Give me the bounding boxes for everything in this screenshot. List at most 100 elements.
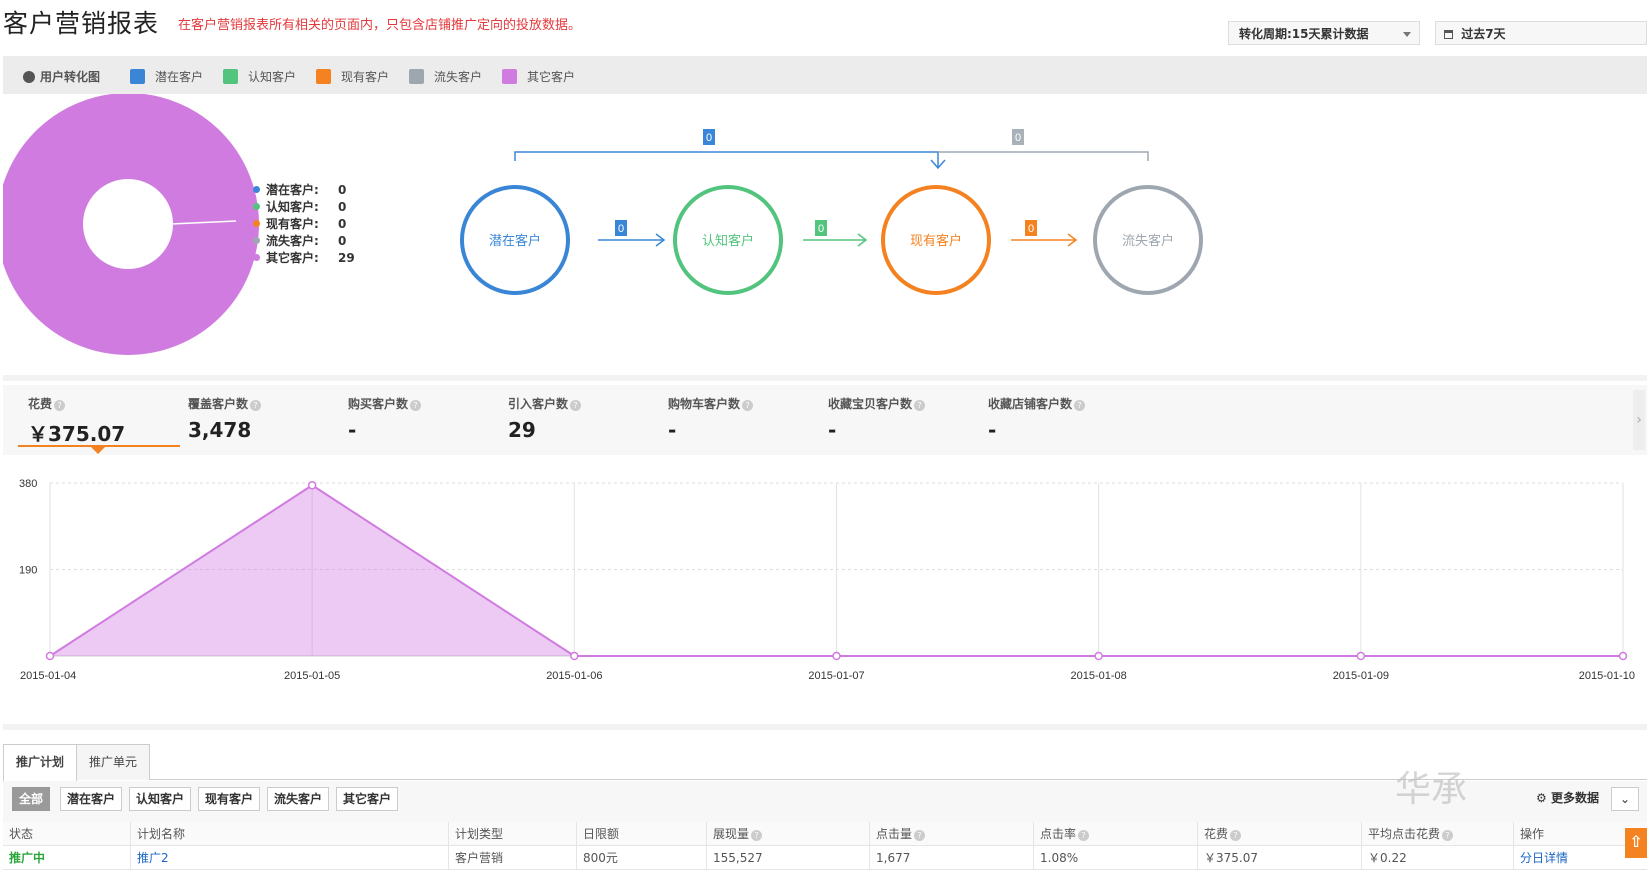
tab-campaign[interactable]: 推广计划	[3, 744, 78, 781]
help-icon[interactable]: ?	[54, 400, 66, 411]
legend-item-potential[interactable]: 潜在客户	[130, 68, 203, 85]
x-tick-label: 2015-01-09	[1333, 670, 1389, 682]
metric-fav-item[interactable]: 收藏宝贝客户数? -	[828, 395, 926, 442]
cell-campaign-name[interactable]: 推广2	[130, 846, 448, 870]
metric-value: 3,478	[188, 418, 252, 442]
metric-label: 覆盖客户数?	[188, 395, 262, 412]
date-range-select[interactable]: 过去7天	[1435, 21, 1647, 45]
filter-other[interactable]: 其它客户	[336, 787, 399, 811]
filter-lost[interactable]: 流失客户	[267, 787, 330, 811]
legend-item-lost[interactable]: 流失客户	[409, 68, 482, 85]
legend-dot	[253, 254, 260, 261]
legend-title-text: 用户转化图	[40, 70, 101, 84]
col-header-clicks-text: 点击量	[876, 827, 913, 841]
filter-potential[interactable]: 潜在客户	[60, 787, 123, 811]
col-header-ctr[interactable]: 点击率?	[1033, 822, 1197, 846]
col-header-impressions[interactable]: 展现量?	[706, 822, 869, 846]
tab-adgroup[interactable]: 推广单元	[76, 744, 151, 780]
metric-label-text: 覆盖客户数	[188, 397, 249, 411]
badge-top-blue: 0	[703, 129, 715, 145]
badge-text: 0	[1015, 132, 1021, 144]
legend-swatch	[130, 69, 145, 84]
help-icon[interactable]: ?	[1442, 830, 1454, 841]
top-connector-blue	[514, 151, 939, 168]
help-icon[interactable]: ?	[570, 400, 582, 411]
legend-dot	[253, 220, 260, 227]
col-header-impressions-text: 展现量	[713, 827, 750, 841]
col-header-name[interactable]: 计划名称	[130, 822, 448, 846]
more-data-toggle[interactable]: ⌄	[1611, 787, 1639, 811]
metrics-next-button[interactable]: ›	[1633, 390, 1645, 450]
metric-buyers[interactable]: 购买客户数? -	[348, 395, 422, 442]
metric-value: -	[988, 418, 997, 442]
help-icon[interactable]: ?	[1074, 400, 1086, 411]
help-icon[interactable]: ?	[1230, 830, 1242, 841]
help-icon[interactable]: ?	[751, 830, 763, 841]
metric-cart[interactable]: 购物车客户数? -	[668, 395, 754, 442]
pie-legend-value: 0	[338, 217, 347, 231]
help-icon[interactable]: ?	[410, 400, 422, 411]
section-divider	[3, 724, 1647, 730]
help-icon[interactable]: ?	[914, 400, 926, 411]
table-row: 推广中 推广2 客户营销 800元 155,527 1,677 1.08% ￥3…	[3, 846, 1647, 870]
chevron-down-icon	[1403, 32, 1411, 37]
pie-legend-row: 潜在客户: 0	[253, 182, 355, 199]
metric-coverage[interactable]: 覆盖客户数? 3,478	[188, 395, 262, 442]
metric-label-text: 收藏店铺客户数	[988, 397, 1073, 411]
col-header-cost[interactable]: 花费?	[1197, 822, 1361, 846]
more-data-button[interactable]: ⚙ 更多数据	[1536, 789, 1599, 806]
donut-ring	[3, 94, 259, 355]
help-icon[interactable]: ?	[250, 400, 262, 411]
data-point	[45, 651, 55, 661]
flow-node-aware: 认知客户	[702, 233, 754, 249]
page-header: 客户营销报表 在客户营销报表所有相关的页面内，只包含店铺推广定向的投放数据。 转…	[0, 0, 1647, 52]
cell-cost: ￥375.07	[1197, 846, 1361, 870]
cell-ctr: 1.08%	[1033, 846, 1197, 870]
conversion-period-label: 转化周期:15天累计数据	[1239, 27, 1369, 41]
col-header-budget[interactable]: 日限额	[576, 822, 706, 846]
filter-existing[interactable]: 现有客户	[198, 787, 261, 811]
page-title: 客户营销报表	[3, 9, 160, 38]
metric-label-text: 购买客户数	[348, 397, 409, 411]
legend-item-other[interactable]: 其它客户	[502, 68, 575, 85]
badge-text: 0	[706, 132, 712, 144]
legend-bar: 用户转化图 潜在客户 认知客户 现有客户 流失客户 其它客户	[3, 56, 1647, 94]
pie-legend-label: 潜在客户:	[266, 183, 319, 197]
help-icon[interactable]: ?	[914, 830, 926, 841]
conversion-period-select[interactable]: 转化周期:15天累计数据	[1228, 21, 1420, 45]
x-tick-label: 2015-01-08	[1071, 670, 1127, 682]
legend-dot	[253, 203, 260, 210]
col-header-type[interactable]: 计划类型	[448, 822, 576, 846]
active-metric-arrow	[91, 447, 105, 454]
legend-item-aware[interactable]: 认知客户	[223, 68, 296, 85]
metric-introduced[interactable]: 引入客户数? 29	[508, 395, 582, 442]
pie-legend: 潜在客户: 0 认知客户: 0 现有客户: 0 流失客户: 0 其它客户: 29	[253, 182, 355, 267]
back-to-top-button[interactable]: ⇧	[1625, 828, 1647, 858]
metric-fav-shop[interactable]: 收藏店铺客户数? -	[988, 395, 1086, 442]
filter-all[interactable]: 全部	[12, 787, 51, 811]
legend-swatch	[223, 69, 238, 84]
metric-cost[interactable]: 花费? ￥375.07	[28, 395, 125, 447]
col-header-cpc[interactable]: 平均点击花费?	[1361, 822, 1513, 846]
metric-value: ￥375.07	[28, 422, 126, 446]
col-header-clicks[interactable]: 点击量?	[869, 822, 1033, 846]
help-icon[interactable]: ?	[742, 400, 754, 411]
data-point	[1094, 651, 1103, 661]
pie-chart-icon	[23, 71, 35, 83]
data-point	[570, 651, 579, 661]
pie-legend-value: 29	[338, 251, 355, 265]
metric-value: -	[668, 418, 677, 442]
col-header-cpc-text: 平均点击花费	[1368, 827, 1441, 841]
pie-legend-value: 0	[338, 183, 347, 197]
col-header-status[interactable]: 状态	[3, 822, 130, 846]
x-tick-label: 2015-01-10	[1579, 670, 1635, 682]
chevron-down-icon: ⌄	[1619, 792, 1631, 806]
legend-item-existing[interactable]: 现有客户	[316, 68, 389, 85]
data-point	[1618, 651, 1628, 661]
metric-label-text: 收藏宝贝客户数	[828, 397, 913, 411]
filter-aware[interactable]: 认知客户	[129, 787, 192, 811]
metric-label: 购物车客户数?	[668, 395, 754, 412]
cell-impressions: 155,527	[706, 846, 869, 870]
help-icon[interactable]: ?	[1078, 830, 1090, 841]
flow-node-lost: 流失客户	[1122, 233, 1174, 249]
